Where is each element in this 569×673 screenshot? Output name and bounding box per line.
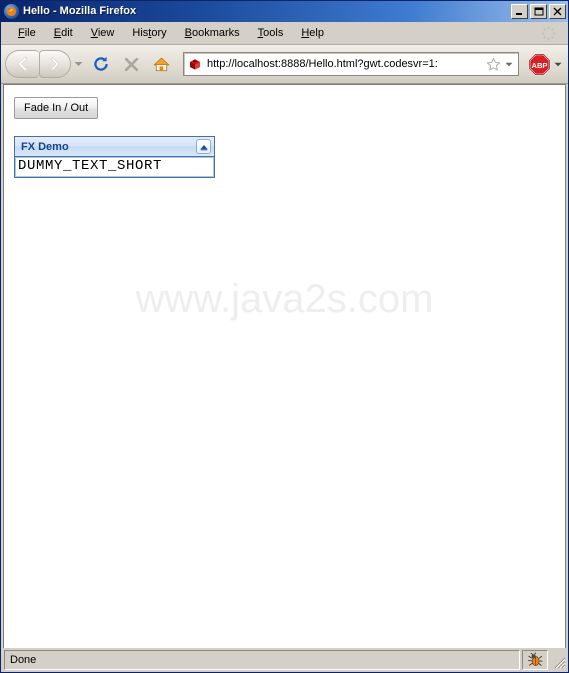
- svg-text:ABP: ABP: [531, 61, 547, 70]
- menu-item-tools[interactable]: Tools: [249, 25, 293, 41]
- minimize-icon: [516, 13, 522, 15]
- home-icon: [153, 57, 169, 71]
- back-forward-group: [5, 49, 85, 79]
- firebug-status-button[interactable]: [522, 650, 548, 670]
- forward-arrow-icon: [51, 57, 59, 71]
- throbber-icon: [541, 26, 556, 41]
- home-button[interactable]: [147, 50, 175, 78]
- fx-demo-panel: FX Demo DUMMY_TEXT_SHORT: [14, 136, 215, 178]
- title-bar: Hello - Mozilla Firefox: [1, 1, 568, 22]
- close-button[interactable]: [549, 4, 566, 19]
- page-viewport: www.java2s.com Fade In / Out FX Demo DUM…: [3, 84, 566, 648]
- stop-icon: [124, 57, 138, 71]
- close-icon: [553, 7, 562, 16]
- firefox-fox-glyph: [7, 7, 16, 16]
- chevron-down-icon: [74, 62, 82, 66]
- minimize-button[interactable]: [511, 4, 528, 19]
- resize-grip-icon: [554, 657, 566, 669]
- bookmark-star-icon[interactable]: [484, 57, 502, 72]
- stop-button[interactable]: [117, 50, 145, 78]
- reload-button[interactable]: [87, 50, 115, 78]
- collapse-up-icon: [200, 144, 207, 150]
- fx-demo-panel-body: DUMMY_TEXT_SHORT: [15, 157, 214, 177]
- content-outer: www.java2s.com Fade In / Out FX Demo DUM…: [1, 84, 568, 648]
- url-bar[interactable]: http://localhost:8888/Hello.html?gwt.cod…: [183, 52, 519, 76]
- firefox-logo-icon: [4, 4, 19, 19]
- firebug-icon: [528, 652, 543, 666]
- window-title: Hello - Mozilla Firefox: [23, 5, 137, 17]
- firefox-window: Hello - Mozilla Firefox File Edit View H…: [0, 0, 569, 673]
- menu-item-help[interactable]: Help: [292, 25, 333, 41]
- page-body: Fade In / Out FX Demo DUMMY_TEXT_SHORT: [4, 85, 565, 178]
- back-arrow-icon: [17, 56, 27, 72]
- page-favicon-icon: [186, 57, 204, 71]
- fx-demo-panel-header: FX Demo: [15, 137, 214, 157]
- fx-demo-panel-title: FX Demo: [21, 140, 69, 153]
- navigation-toolbar: http://localhost:8888/Hello.html?gwt.cod…: [1, 45, 568, 84]
- menu-item-bookmarks[interactable]: Bookmarks: [176, 25, 249, 41]
- maximize-icon: [534, 7, 544, 16]
- fx-demo-text: DUMMY_TEXT_SHORT: [18, 158, 163, 174]
- url-input[interactable]: http://localhost:8888/Hello.html?gwt.cod…: [204, 58, 484, 70]
- back-forward-dropdown-button[interactable]: [71, 50, 85, 78]
- chevron-down-icon: [554, 62, 562, 66]
- adblock-plus-group: ABP: [525, 52, 564, 76]
- menu-item-edit[interactable]: Edit: [45, 25, 82, 41]
- status-bar: Done: [1, 648, 568, 672]
- panel-collapse-button[interactable]: [196, 139, 211, 154]
- forward-button[interactable]: [39, 50, 71, 78]
- maximize-button[interactable]: [530, 4, 547, 19]
- adblock-plus-icon[interactable]: ABP: [527, 52, 551, 76]
- url-dropdown-button[interactable]: [502, 62, 516, 67]
- menu-item-view[interactable]: View: [82, 25, 124, 41]
- status-message: Done: [4, 650, 520, 670]
- resize-grip[interactable]: [550, 650, 566, 670]
- reload-icon: [94, 56, 108, 71]
- fade-in-out-button[interactable]: Fade In / Out: [14, 97, 99, 119]
- menu-item-file[interactable]: File: [9, 25, 45, 41]
- chevron-down-icon: [505, 62, 513, 66]
- back-button[interactable]: [5, 50, 39, 78]
- adblock-dropdown-button[interactable]: [552, 62, 564, 67]
- window-controls: [511, 4, 566, 19]
- watermark-text: www.java2s.com: [135, 277, 434, 321]
- menu-bar: File Edit View History Bookmarks Tools H…: [1, 22, 568, 45]
- menu-item-history[interactable]: History: [123, 25, 175, 41]
